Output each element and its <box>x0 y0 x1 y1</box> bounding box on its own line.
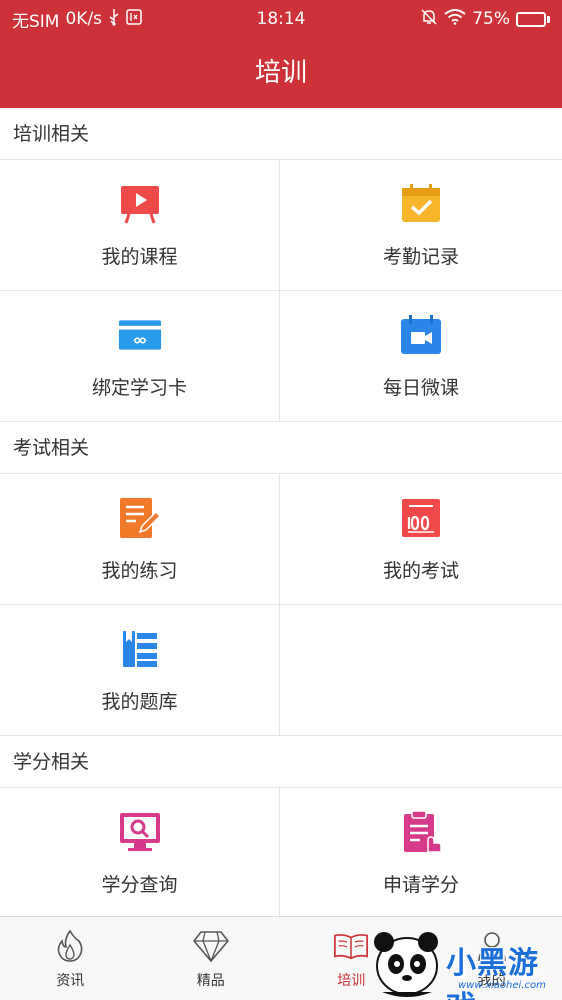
battery-percent: 75% <box>472 9 510 29</box>
menu-item-daily-lesson[interactable]: 每日微课 <box>280 291 562 422</box>
menu-item-my-practice[interactable]: 我的练习 <box>0 474 280 605</box>
clipboard-hand-icon <box>399 809 443 854</box>
score-100-icon <box>399 496 443 540</box>
status-bar: 无SIM 0K/s 18:14 75% <box>0 0 562 38</box>
watermark-url: www.xiaohei.com <box>458 980 546 991</box>
menu-item-label: 我的课程 <box>101 245 178 268</box>
card-icon <box>118 313 162 357</box>
tab-news[interactable]: 资讯 <box>0 917 141 1000</box>
section-exam: 考试相关 我的练习 我的考试 我的题库 <box>0 422 562 736</box>
wifi-icon <box>444 8 466 30</box>
menu-item-question-bank[interactable]: 我的题库 <box>0 605 280 736</box>
mute-bell-icon <box>420 8 438 31</box>
tab-featured[interactable]: 精品 <box>141 917 282 1000</box>
menu-item-label: 每日微课 <box>382 376 459 399</box>
carrier-text: 无SIM <box>12 11 60 32</box>
section-title: 培训相关 <box>0 108 562 160</box>
menu-item-label: 申请学分 <box>382 873 459 896</box>
section-credit: 学分相关 学分查询 申请学分 <box>0 736 562 919</box>
section-training: 培训相关 我的课程 考勤记录 绑定学习卡 每日微课 <box>0 108 562 422</box>
section-title: 考试相关 <box>0 422 562 474</box>
menu-item-credit-query[interactable]: 学分查询 <box>0 788 280 919</box>
menu-item-apply-credit[interactable]: 申请学分 <box>280 788 562 919</box>
edit-paper-icon <box>118 496 162 540</box>
calendar-video-icon <box>399 313 443 357</box>
menu-item-attendance[interactable]: 考勤记录 <box>280 160 562 291</box>
section-title: 学分相关 <box>0 736 562 788</box>
tab-label: 精品 <box>196 972 225 989</box>
menu-item-my-courses[interactable]: 我的课程 <box>0 160 280 291</box>
usb-icon <box>108 8 120 31</box>
empty-cell <box>280 605 562 736</box>
menu-item-label: 考勤记录 <box>382 245 459 268</box>
video-board-icon <box>118 182 162 226</box>
monitor-search-icon <box>118 810 162 854</box>
menu-item-label: 我的考试 <box>382 559 459 582</box>
calendar-check-icon <box>399 182 443 226</box>
network-speed: 0K/s <box>65 9 103 29</box>
menu-item-bind-card[interactable]: 绑定学习卡 <box>0 291 280 422</box>
page-title: 培训 <box>254 58 307 88</box>
menu-item-label: 绑定学习卡 <box>91 376 187 399</box>
menu-item-my-exam[interactable]: 我的考试 <box>280 474 562 605</box>
book-shelf-icon <box>118 627 162 671</box>
debug-icon <box>126 8 142 30</box>
menu-item-label: 学分查询 <box>101 873 178 896</box>
main-content: 培训相关 我的课程 考勤记录 绑定学习卡 每日微课 考试相关 我的练习 我的考试… <box>0 108 562 919</box>
top-bar: 无SIM 0K/s 18:14 75% 培训 <box>0 0 562 108</box>
watermark: 小黑游戏 www.xiaohei.com <box>362 920 562 1000</box>
menu-item-label: 我的练习 <box>101 559 178 582</box>
diamond-icon <box>192 928 229 964</box>
battery-icon <box>516 11 550 27</box>
flame-icon <box>52 928 88 964</box>
tab-label: 资讯 <box>56 972 85 989</box>
menu-item-label: 我的题库 <box>101 690 178 713</box>
